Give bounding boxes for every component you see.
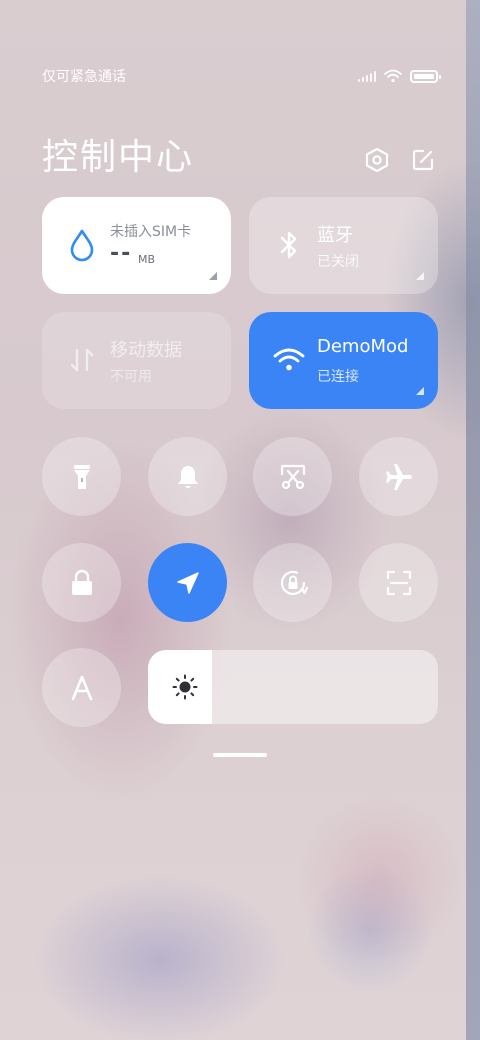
bell-icon (177, 465, 198, 488)
wifi-icon (271, 342, 307, 378)
screenshot-toggle[interactable] (253, 437, 332, 516)
expand-corner-icon (416, 387, 424, 395)
lock-icon (71, 569, 92, 595)
data-arrows-icon (64, 342, 100, 378)
flashlight-toggle[interactable] (42, 437, 121, 516)
wifi-icon (384, 69, 402, 83)
sun-icon (172, 674, 198, 700)
rotation-lock-toggle[interactable] (253, 543, 332, 622)
bluetooth-tile[interactable]: 蓝牙 已关闭 (249, 197, 438, 294)
expand-corner-icon (416, 272, 424, 280)
auto-brightness-toggle[interactable] (42, 648, 121, 727)
airplane-toggle[interactable] (359, 437, 438, 516)
sim-status-label: 未插入SIM卡 (110, 224, 192, 240)
brightness-slider[interactable] (148, 650, 438, 724)
wifi-status: 已连接 (317, 369, 359, 385)
lock-screen-toggle[interactable] (42, 543, 121, 622)
bluetooth-status: 已关闭 (317, 254, 359, 270)
airplane-icon (385, 463, 412, 490)
settings-button[interactable] (362, 145, 392, 175)
carrier-text: 仅可紧急通话 (42, 69, 126, 85)
status-bar: 仅可紧急通话 (42, 64, 441, 88)
battery-icon (410, 69, 441, 83)
mobile-data-status: 不可用 (110, 369, 152, 385)
rotation-lock-icon (280, 570, 308, 595)
scan-icon (386, 570, 411, 595)
signal-icon (358, 70, 376, 82)
background-edge (466, 0, 480, 1040)
wifi-tile[interactable]: DemoMod 已连接 (249, 312, 438, 409)
page-title: 控制中心 (42, 137, 195, 178)
expand-corner-icon (209, 272, 217, 280)
settings-hexagon-icon (365, 147, 389, 173)
silent-toggle[interactable] (148, 437, 227, 516)
screenshot-scissors-icon (280, 464, 305, 489)
mobile-data-title: 移动数据 (110, 340, 182, 361)
flashlight-icon (73, 464, 90, 489)
scanner-toggle[interactable] (359, 543, 438, 622)
data-usage-value: -- (110, 241, 133, 266)
status-icons (358, 69, 441, 83)
location-arrow-icon (176, 571, 199, 594)
letter-a-icon (71, 675, 92, 700)
location-toggle[interactable] (148, 543, 227, 622)
water-drop-icon (64, 227, 100, 263)
data-usage-unit: MB (138, 253, 156, 266)
edit-icon (412, 149, 434, 171)
bluetooth-icon (271, 227, 307, 263)
data-usage-tile[interactable]: 未插入SIM卡 -- MB (42, 197, 231, 294)
drawer-handle[interactable] (213, 753, 267, 757)
edit-button[interactable] (408, 145, 438, 175)
bluetooth-title: 蓝牙 (317, 225, 353, 246)
mobile-data-tile[interactable]: 移动数据 不可用 (42, 312, 231, 409)
wifi-network-name: DemoMod (317, 336, 409, 357)
